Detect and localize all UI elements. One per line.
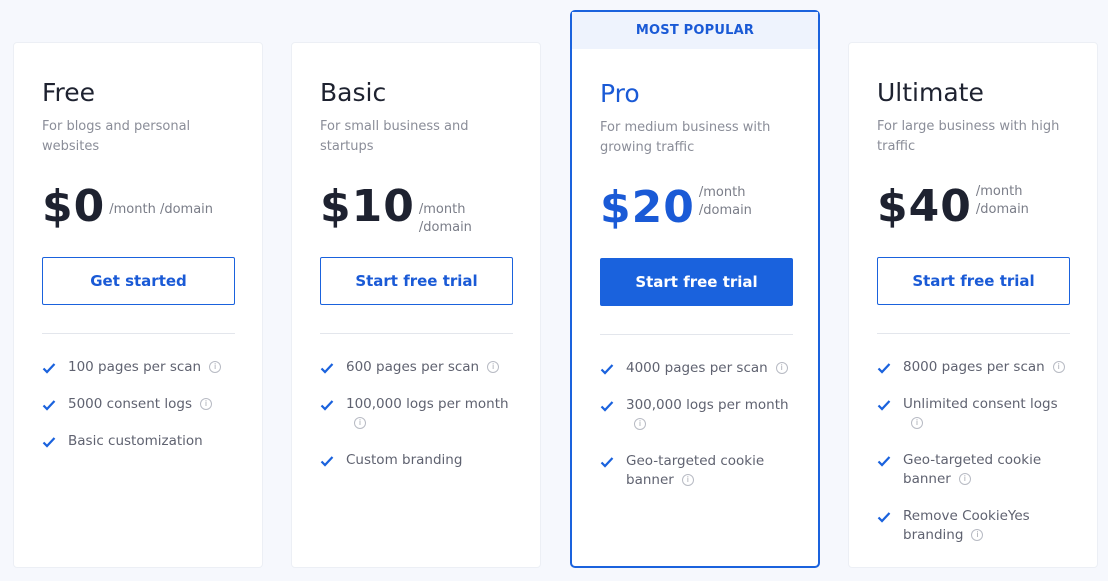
plan-card-ultimate: Ultimate For large business with high tr… xyxy=(848,42,1098,568)
get-started-button[interactable]: Get started xyxy=(42,257,235,305)
plan-price: $0/month /domain xyxy=(42,177,234,237)
divider xyxy=(320,333,513,334)
price-period: /month /domain xyxy=(975,184,1029,217)
plan-name: Pro xyxy=(600,79,640,108)
info-icon[interactable]: i xyxy=(911,417,923,429)
feature-text: Unlimited consent logs xyxy=(903,396,1058,412)
divider xyxy=(877,333,1070,334)
check-icon xyxy=(877,400,891,411)
info-icon[interactable]: i xyxy=(634,418,646,430)
info-icon[interactable]: i xyxy=(681,474,694,486)
price-amount: $20 xyxy=(600,182,695,233)
plan-price: $40/month /domain xyxy=(877,177,1069,237)
divider xyxy=(600,334,793,335)
info-icon[interactable]: i xyxy=(775,362,788,374)
check-icon xyxy=(320,456,334,467)
plan-description: For small business and startups xyxy=(320,119,469,154)
feature-item: Custom branding xyxy=(320,451,512,470)
feature-item: Unlimited consent logs i xyxy=(877,395,1069,433)
start-free-trial-button[interactable]: Start free trial xyxy=(600,258,793,306)
feature-text: Remove CookieYes branding xyxy=(903,508,1030,543)
feature-text: 300,000 logs per month xyxy=(626,397,789,413)
feature-item: Remove CookieYes branding i xyxy=(877,507,1069,545)
check-icon xyxy=(600,457,614,468)
plan-card-basic: Basic For small business and startups $1… xyxy=(291,42,541,568)
check-icon xyxy=(877,512,891,523)
info-icon[interactable]: i xyxy=(354,417,366,429)
price-amount: $0 xyxy=(42,181,106,232)
feature-item: Geo-targeted cookie banner i xyxy=(877,451,1069,489)
plan-description: For blogs and personal websites xyxy=(42,119,191,154)
most-popular-badge: MOST POPULAR xyxy=(572,12,818,49)
feature-text: Geo-targeted cookie banner xyxy=(626,453,765,488)
check-icon xyxy=(877,456,891,467)
feature-text: 5000 consent logs xyxy=(68,396,192,412)
feature-item: 100,000 logs per month i xyxy=(320,395,512,433)
divider xyxy=(42,333,235,334)
check-icon xyxy=(42,363,56,374)
plan-card-free: Free For blogs and personal websites $0/… xyxy=(13,42,263,568)
feature-text: 100 pages per scan xyxy=(68,359,202,375)
plan-name: Basic xyxy=(320,78,387,107)
price-amount: $40 xyxy=(877,181,972,232)
feature-text: 600 pages per scan xyxy=(346,359,480,375)
feature-text: 4000 pages per scan xyxy=(626,360,768,376)
check-icon xyxy=(320,363,334,374)
info-icon[interactable]: i xyxy=(209,361,222,373)
check-icon xyxy=(600,401,614,412)
feature-text: 100,000 logs per month xyxy=(346,396,509,412)
feature-item: 4000 pages per scan i xyxy=(600,359,790,378)
check-icon xyxy=(42,437,56,448)
check-icon xyxy=(42,400,56,411)
check-icon xyxy=(877,363,891,374)
feature-item: 600 pages per scan i xyxy=(320,358,512,377)
feature-text: Custom branding xyxy=(346,452,463,468)
feature-item: 100 pages per scan i xyxy=(42,358,234,377)
feature-item: 5000 consent logs i xyxy=(42,395,234,414)
feature-item: Basic customization xyxy=(42,432,234,451)
info-icon[interactable]: i xyxy=(971,529,984,541)
check-icon xyxy=(320,400,334,411)
price-amount: $10 xyxy=(320,181,415,232)
plan-description: For medium business with growing traffic xyxy=(600,120,771,155)
price-period: /month /domain xyxy=(418,202,472,235)
start-free-trial-button[interactable]: Start free trial xyxy=(877,257,1070,305)
price-period: /month /domain xyxy=(698,185,752,218)
info-icon[interactable]: i xyxy=(487,361,500,373)
feature-item: 300,000 logs per month i xyxy=(600,396,790,434)
plan-price: $20/month /domain xyxy=(600,178,790,238)
feature-item: Geo-targeted cookie banner i xyxy=(600,452,790,490)
price-period: /month /domain xyxy=(109,202,214,217)
plan-price: $10/month /domain xyxy=(320,177,512,237)
info-icon[interactable]: i xyxy=(958,473,971,485)
info-icon[interactable]: i xyxy=(1052,361,1065,373)
start-free-trial-button[interactable]: Start free trial xyxy=(320,257,513,305)
plan-card-pro: MOST POPULAR Pro For medium business with… xyxy=(570,10,820,568)
plan-name: Ultimate xyxy=(877,78,984,107)
feature-text: Geo-targeted cookie banner xyxy=(903,452,1042,487)
feature-text: 8000 pages per scan xyxy=(903,359,1045,375)
check-icon xyxy=(600,364,614,375)
info-icon[interactable]: i xyxy=(199,398,212,410)
plan-description: For large business with high traffic xyxy=(877,119,1060,154)
feature-item: 8000 pages per scan i xyxy=(877,358,1069,377)
plan-name: Free xyxy=(42,78,96,107)
feature-text: Basic customization xyxy=(68,433,203,449)
